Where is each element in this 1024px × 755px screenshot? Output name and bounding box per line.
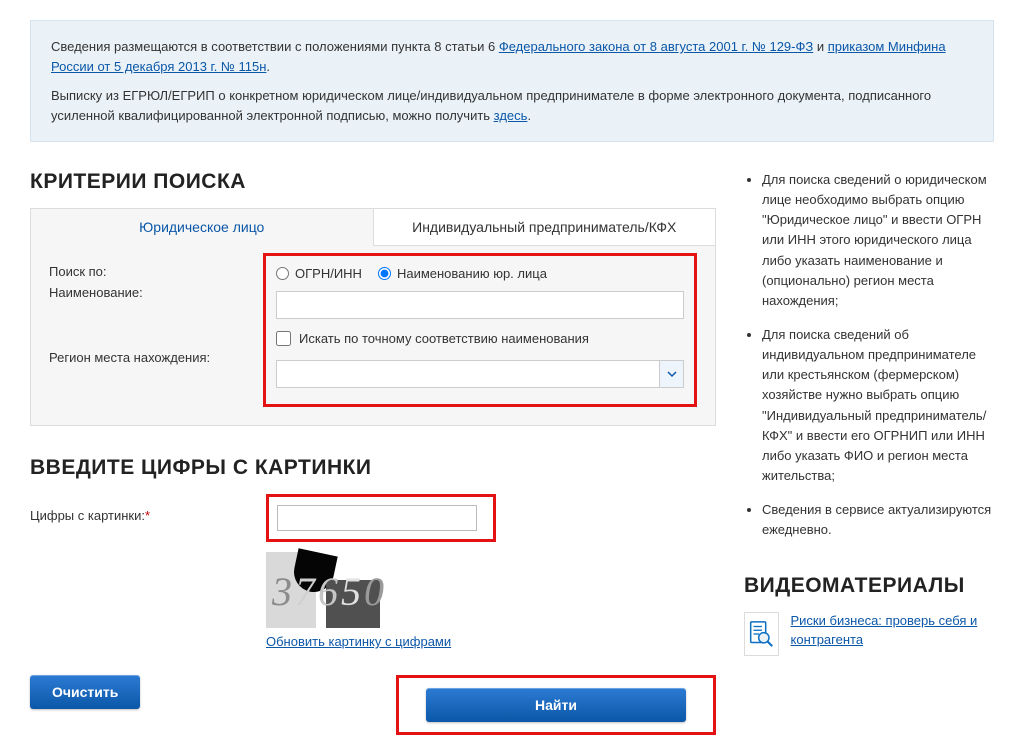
notice-text: Сведения размещаются в соответствии с по… xyxy=(51,39,499,54)
radio-ogrn-inn-input[interactable] xyxy=(276,267,289,280)
refresh-captcha-link[interactable]: Обновить картинку с цифрами xyxy=(266,634,451,649)
criteria-heading: КРИТЕРИИ ПОИСКА xyxy=(30,170,716,194)
label-name: Наименование: xyxy=(49,285,263,300)
video-heading: ВИДЕОМАТЕРИАЛЫ xyxy=(744,574,994,598)
captcha-image: 37650 xyxy=(266,552,456,628)
notice-panel: Сведения размещаются в соответствии с по… xyxy=(30,20,994,142)
help-list: Для поиска сведений о юридическом лице н… xyxy=(744,170,994,540)
help-item: Для поиска сведений об индивидуальном пр… xyxy=(762,325,994,486)
highlight-search-fields: ОГРН/ИНН Наименованию юр. лица Ис xyxy=(263,253,697,407)
video-link[interactable]: Риски бизнеса: проверь себя и контрагент… xyxy=(791,612,995,648)
tab-individual[interactable]: Индивидуальный предприниматель/КФХ xyxy=(374,209,716,246)
entity-tabs: Юридическое лицо Индивидуальный предприн… xyxy=(30,208,716,246)
captcha-label: Цифры с картинки: xyxy=(30,508,145,523)
exact-match-checkbox-input[interactable] xyxy=(276,331,291,346)
captcha-heading: ВВЕДИТЕ ЦИФРЫ С КАРТИНКИ xyxy=(30,456,716,480)
highlight-captcha-input xyxy=(266,494,496,542)
radio-by-name[interactable]: Наименованию юр. лица xyxy=(378,266,547,281)
find-button[interactable]: Найти xyxy=(426,688,686,722)
tab-legal-entity[interactable]: Юридическое лицо xyxy=(31,209,374,246)
required-mark: * xyxy=(145,508,150,523)
radio-ogrn-inn[interactable]: ОГРН/ИНН xyxy=(276,266,362,281)
region-select[interactable] xyxy=(276,360,684,388)
radio-by-name-input[interactable] xyxy=(378,267,391,280)
help-item: Сведения в сервисе актуализируются ежедн… xyxy=(762,500,994,540)
search-form: Поиск по: Наименование: Регион места нах… xyxy=(30,246,716,426)
magnifier-doc-icon xyxy=(744,612,779,656)
region-select-arrow[interactable] xyxy=(659,361,683,387)
notice-text2: Выписку из ЕГРЮЛ/ЕГРИП о конкретном юрид… xyxy=(51,88,931,123)
chevron-down-icon xyxy=(667,369,677,379)
exact-match-checkbox[interactable]: Искать по точному соответствию наименова… xyxy=(276,331,589,346)
notice-link-law[interactable]: Федерального закона от 8 августа 2001 г.… xyxy=(499,39,813,54)
label-search-by: Поиск по: xyxy=(49,264,249,279)
name-input[interactable] xyxy=(276,291,684,319)
label-region: Регион места нахождения: xyxy=(49,350,263,365)
help-item: Для поиска сведений о юридическом лице н… xyxy=(762,170,994,311)
clear-button[interactable]: Очистить xyxy=(30,675,140,709)
captcha-input[interactable] xyxy=(277,505,477,531)
highlight-find-button: Найти xyxy=(396,675,716,735)
notice-link-here[interactable]: здесь xyxy=(494,108,528,123)
